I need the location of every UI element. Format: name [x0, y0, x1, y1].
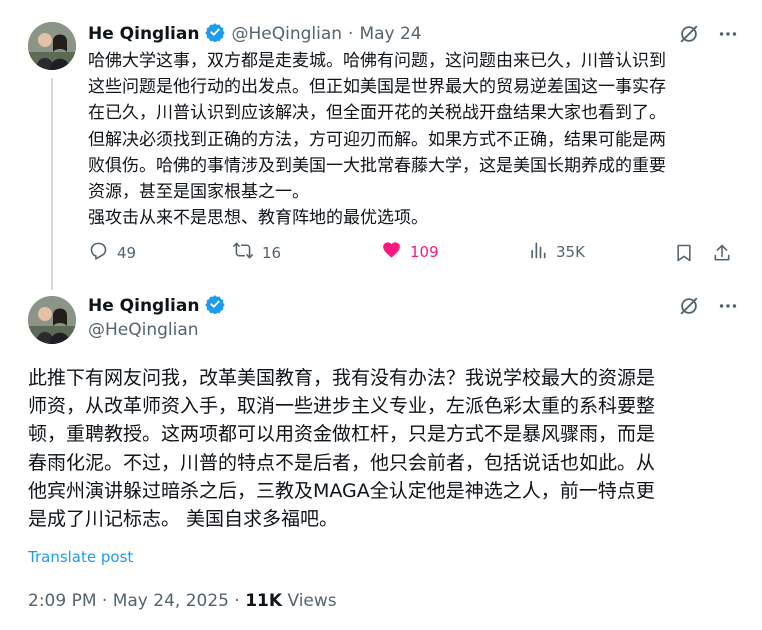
thread-connector-line	[51, 78, 53, 290]
tweet-text-line: 强攻击从来不是思想、教育阵地的最优选项。	[88, 208, 428, 229]
tweet-text-line: 败俱伤。哈佛的事情涉及到美国一大批常春藤大学，这是美国长期养成的重要	[88, 155, 666, 176]
bookmark-icon[interactable]	[672, 241, 696, 265]
grok-icon[interactable]	[677, 22, 701, 46]
more-icon[interactable]	[716, 294, 740, 318]
views-icon	[528, 240, 548, 264]
reply-icon	[88, 240, 109, 265]
tweet-text-line: 顿，重聘教授。这两项都可以用资金做杠杆，只是方式不是暴风骤雨，而是	[28, 423, 656, 446]
translate-post-link[interactable]: Translate post	[28, 548, 133, 566]
author-handle[interactable]: @HeQinglian	[231, 24, 342, 44]
views-button[interactable]: 35K	[528, 240, 585, 264]
like-button[interactable]: 109	[381, 240, 439, 264]
dot-separator: ·	[348, 24, 354, 44]
tweet-text-line: 是成了川记标志。 美国自求多福吧。	[28, 508, 339, 531]
views-count: 35K	[556, 243, 585, 261]
views-count: 11K	[245, 591, 283, 611]
tweet-header: He Qinglian @HeQinglian · May 24	[88, 22, 422, 46]
tweet-text-line: 师资，从改革师资入手，取消一些进步主义专业，左派色彩太重的系科要整	[28, 395, 656, 418]
repost-button[interactable]: 16	[232, 240, 281, 265]
dot-separator: ·	[234, 591, 240, 611]
tweet-date[interactable]: May 24	[359, 24, 421, 44]
repost-count: 16	[262, 243, 282, 262]
tweet-text: 哈佛大学这事，双方都是走麦城。哈佛有问题，这问题由来已久，川普认识到 这些问题是…	[88, 48, 748, 231]
tweet-action-bar: 49 16 109 35K	[88, 240, 738, 266]
tweet-text-line: 他宾州演讲躲过暗杀之后，三教及MAGA全认定他是神选之人，前一特点更	[28, 479, 655, 502]
tweet-text-line: 这些问题是他行动的出发点。但正如美国是世界最大的贸易逆差国这一事实存	[88, 77, 666, 98]
tweet-time[interactable]: 2:09 PM	[28, 591, 97, 611]
more-icon[interactable]	[716, 22, 740, 46]
tweet-text-line: 在已久，川普认识到应该解决，但全面开花的关税战开盘结果大家也看到了。	[88, 103, 666, 124]
tweet-text-line: 此推下有网友问我，改革美国教育，我有没有办法？我说学校最大的资源是	[28, 367, 656, 389]
reply-button[interactable]: 49	[88, 240, 136, 265]
verified-badge-icon	[205, 294, 226, 318]
grok-icon[interactable]	[677, 294, 701, 318]
author-name-row: He Qinglian	[88, 294, 226, 318]
share-icon[interactable]	[710, 241, 734, 265]
tweet-text-line: 资源，甚至是国家根基之一。	[88, 182, 309, 203]
tweet-text: 此推下有网友问我，改革美国教育，我有没有办法？我说学校最大的资源是 师资，从改革…	[28, 364, 748, 533]
avatar[interactable]	[28, 22, 76, 70]
author-name[interactable]: He Qinglian	[88, 24, 199, 44]
repost-icon	[232, 240, 254, 265]
avatar[interactable]	[28, 296, 76, 344]
like-count: 109	[410, 243, 439, 261]
tweet-timestamp: 2:09 PM · May 24, 2025 · 11K Views	[28, 591, 337, 611]
views-label: Views	[287, 591, 337, 611]
dot-separator: ·	[101, 591, 108, 611]
reply-count: 49	[117, 243, 137, 262]
tweet-text-line: 春雨化泥。不过，川普的特点不是后者，他只会前者，包括说话也如此。从	[28, 451, 656, 474]
author-name[interactable]: He Qinglian	[88, 296, 199, 316]
tweet-date[interactable]: May 24, 2025	[113, 591, 229, 611]
tweet-text-line: 哈佛大学这事，双方都是走麦城。哈佛有问题，这问题由来已久，川普认识到	[88, 51, 666, 71]
verified-badge-icon	[205, 22, 226, 46]
heart-icon	[381, 240, 402, 264]
tweet-text-line: 但解决必须找到正确的方法，方可迎刃而解。如果方式不正确，结果可能是两	[88, 129, 666, 150]
author-handle[interactable]: @HeQinglian	[88, 320, 199, 340]
